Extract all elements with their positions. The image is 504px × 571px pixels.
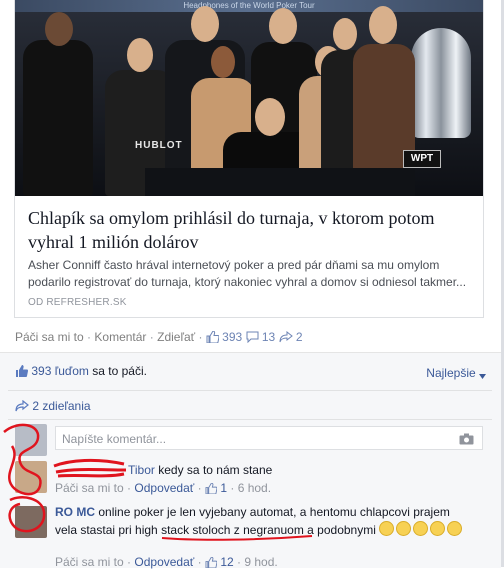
thumb-up-icon xyxy=(15,365,28,380)
smiley-emoji-icon xyxy=(430,521,446,536)
share-arrow-icon xyxy=(15,399,29,415)
link-preview-card[interactable]: Headphones of the World Poker Tour HUBLO… xyxy=(14,0,484,318)
separator-dot: · xyxy=(230,481,235,495)
person-head xyxy=(191,6,219,42)
commenter-name[interactable]: RO MC xyxy=(55,505,95,519)
poker-table xyxy=(145,168,415,196)
comment-meta: Páči sa mi to · Odpovedať · 12 · 9 hod. xyxy=(55,555,278,571)
separator-dot: · xyxy=(198,330,203,344)
separator-dot: · xyxy=(87,330,92,344)
separator-dot: · xyxy=(197,481,202,495)
person-head xyxy=(211,46,235,78)
user-avatar xyxy=(15,424,47,456)
smiley-emoji-icon xyxy=(379,521,395,536)
person-head xyxy=(45,12,73,46)
article-source: OD REFRESHER.SK xyxy=(28,297,127,308)
trophy-image xyxy=(411,28,471,138)
divider xyxy=(8,390,492,391)
comment-like-count[interactable]: 1 xyxy=(220,481,227,495)
comment-reply-link[interactable]: Odpovedať xyxy=(134,481,194,495)
thumb-up-icon xyxy=(206,330,220,346)
smiley-emoji-icon xyxy=(447,521,463,536)
person-head xyxy=(127,38,153,72)
sort-dropdown[interactable]: Najlepšie xyxy=(426,366,486,382)
camera-icon[interactable] xyxy=(459,433,474,448)
comment-count[interactable]: 13 xyxy=(262,330,275,344)
separator-dot: · xyxy=(127,481,132,495)
comment-bubble-icon xyxy=(246,331,259,346)
chevron-down-icon xyxy=(479,368,486,382)
hublot-logo: HUBLOT xyxy=(135,140,183,151)
commenter-avatar[interactable] xyxy=(15,506,47,538)
comment-meta: Páči sa mi to · Odpovedať · 1 · 6 hod. xyxy=(55,481,271,497)
likes-summary: 393 ľuďom sa to páči. xyxy=(15,364,147,380)
likes-suffix: sa to páči. xyxy=(92,364,147,378)
divider xyxy=(8,419,492,420)
share-count[interactable]: 2 xyxy=(296,330,303,344)
likes-count-link[interactable]: 393 ľuďom xyxy=(31,364,89,378)
comment-text-end: a podobnymi xyxy=(307,523,376,537)
comment-body: RO MC online poker je len vyjebany autom… xyxy=(55,504,475,539)
smiley-emoji-icon xyxy=(396,521,412,536)
comment-like-link[interactable]: Páči sa mi to xyxy=(55,481,124,495)
shares-text: 2 zdieľania xyxy=(32,399,91,413)
article-photo[interactable]: Headphones of the World Poker Tour HUBLO… xyxy=(15,0,483,196)
thumb-up-icon xyxy=(205,556,218,571)
comment-text-underlined: stack stoloch z negranuom xyxy=(161,523,304,537)
person-head xyxy=(333,18,357,50)
commenter-name[interactable]: Tibor xyxy=(128,463,155,477)
photo-banner-text: Headphones of the World Poker Tour xyxy=(15,0,483,12)
share-arrow-icon xyxy=(279,330,293,346)
like-count[interactable]: 393 xyxy=(222,330,242,344)
person-figure xyxy=(23,40,93,196)
smiley-emoji-icon xyxy=(413,521,429,536)
sort-label: Najlepšie xyxy=(426,366,476,380)
post-actions-bar: Páči sa mi to · Komentár · Zdieľať · 393… xyxy=(15,330,303,346)
person-head xyxy=(269,8,297,44)
like-link[interactable]: Páči sa mi to xyxy=(15,330,84,344)
comment-input[interactable]: Napíšte komentár... xyxy=(55,426,483,450)
shares-summary[interactable]: 2 zdieľania xyxy=(15,399,91,415)
article-title[interactable]: Chlapík sa omylom prihlásil do turnaja, … xyxy=(28,206,478,254)
person-head xyxy=(255,98,285,136)
wpt-logo: WPT xyxy=(403,150,441,168)
commenter-avatar[interactable] xyxy=(15,461,47,493)
share-link[interactable]: Zdieľať xyxy=(157,330,195,344)
comment-body: Tibor kedy sa to nám stane xyxy=(55,462,272,479)
separator-dot: · xyxy=(149,330,154,344)
comment-placeholder: Napíšte komentár... xyxy=(62,432,167,446)
comment-text: kedy sa to nám stane xyxy=(158,463,273,477)
person-head xyxy=(369,6,397,44)
comment-link[interactable]: Komentár xyxy=(94,330,146,344)
facebook-post-page: Headphones of the World Poker Tour HUBLO… xyxy=(0,0,504,569)
thumb-up-icon xyxy=(205,482,218,497)
article-description: Asher Conniff často hrával internetový p… xyxy=(28,258,467,289)
comment-time[interactable]: 6 hod. xyxy=(238,481,271,495)
